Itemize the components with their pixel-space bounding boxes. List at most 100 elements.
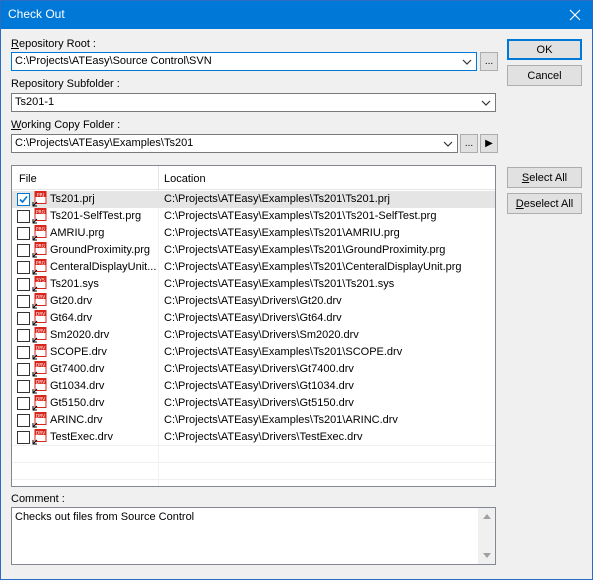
file-location: C:\Projects\ATEasy\Examples\Ts201\SCOPE.…	[164, 346, 403, 358]
file-location: C:\Projects\ATEasy\Drivers\Gt7400.drv	[164, 363, 354, 375]
drv-file-icon: DRV	[32, 378, 48, 394]
svg-text:DRV: DRV	[36, 414, 46, 420]
svg-text:DRV: DRV	[36, 295, 46, 301]
cancel-button[interactable]: Cancel	[507, 65, 582, 86]
table-row[interactable]: PRG GroundProximity.prg C:\Projects\ATEasy…	[12, 242, 495, 259]
table-row[interactable]: PRG AMRIU.prg C:\Projects\ATEasy\Examples\…	[12, 225, 495, 242]
drv-file-icon: DRV	[32, 327, 48, 343]
row-checkbox[interactable]	[17, 244, 30, 257]
row-checkbox[interactable]	[17, 210, 30, 223]
svg-text:DRV: DRV	[36, 346, 46, 352]
file-location: C:\Projects\ATEasy\Examples\Ts201\Center…	[164, 261, 462, 273]
file-name: AMRIU.prg	[50, 227, 105, 239]
sys-file-icon: SYS	[32, 276, 48, 292]
drv-file-icon: DRV	[32, 293, 48, 309]
svg-text:PRG: PRG	[36, 244, 46, 250]
repository-root-combo[interactable]: C:\Projects\ATEasy\Source Control\SVN	[11, 52, 477, 71]
chevron-down-icon[interactable]	[440, 136, 456, 151]
working-copy-folder-combo[interactable]: C:\Projects\ATEasy\Examples\Ts201	[11, 134, 458, 153]
repository-subfolder-combo[interactable]: Ts201-1	[11, 93, 496, 112]
file-location: C:\Projects\ATEasy\Examples\Ts201\Ts201-…	[164, 210, 437, 222]
column-divider	[158, 166, 159, 190]
ok-button[interactable]: OK	[507, 39, 582, 60]
row-checkbox[interactable]	[17, 261, 30, 274]
svg-text:PRG: PRG	[36, 210, 46, 216]
drv-file-icon: DRV	[32, 344, 48, 360]
row-checkbox[interactable]	[17, 380, 30, 393]
file-location: C:\Projects\ATEasy\Drivers\Gt64.drv	[164, 312, 342, 324]
file-list[interactable]: File Location PRJ Ts201.prj C:\Projects\AT…	[11, 165, 496, 487]
svg-text:DRV: DRV	[36, 312, 46, 318]
prj-file-icon: PRJ	[32, 191, 48, 207]
prg-file-icon: PRG	[32, 225, 48, 241]
file-name: Gt1034.drv	[50, 380, 105, 392]
row-checkbox[interactable]	[17, 193, 30, 206]
file-name: ARINC.drv	[50, 414, 103, 426]
row-gridline	[12, 462, 495, 463]
row-gridline	[12, 479, 495, 480]
row-checkbox[interactable]	[17, 414, 30, 427]
file-location: C:\Projects\ATEasy\Drivers\Gt20.drv	[164, 295, 342, 307]
table-row[interactable]: DRV SCOPE.drv C:\Projects\ATEasy\Examples\…	[12, 344, 495, 361]
repository-root-browse-button[interactable]: ...	[480, 52, 498, 71]
comment-label: Comment :	[11, 493, 65, 505]
file-location: C:\Projects\ATEasy\Drivers\Gt1034.drv	[164, 380, 354, 392]
list-header: File Location	[12, 166, 495, 190]
svg-text:SYS: SYS	[36, 278, 45, 284]
repository-root-value: C:\Projects\ATEasy\Source Control\SVN	[15, 55, 212, 67]
close-button[interactable]	[560, 1, 590, 29]
row-checkbox[interactable]	[17, 278, 30, 291]
table-row[interactable]: DRV Gt20.drv C:\Projects\ATEasy\Drivers\Gt…	[12, 293, 495, 310]
working-copy-open-button[interactable]: ▶	[480, 134, 498, 153]
row-checkbox[interactable]	[17, 312, 30, 325]
window-title: Check Out	[8, 7, 65, 21]
chevron-down-icon[interactable]	[459, 54, 475, 69]
check-out-dialog: Check Out Repository Root : C:\Projects\…	[0, 0, 593, 580]
table-row[interactable]: DRV TestExec.drv C:\Projects\ATEasy\Driver…	[12, 429, 495, 446]
file-name: Gt20.drv	[50, 295, 93, 307]
table-row[interactable]: PRJ Ts201.prj C:\Projects\ATEasy\Examples\…	[12, 191, 495, 208]
table-row[interactable]: DRV Gt7400.drv C:\Projects\ATEasy\Drivers\…	[12, 361, 495, 378]
table-row[interactable]: DRV Sm2020.drv C:\Projects\ATEasy\Drivers\…	[12, 327, 495, 344]
row-checkbox[interactable]	[17, 329, 30, 342]
table-row[interactable]: DRV Gt5150.drv C:\Projects\ATEasy\Drivers\…	[12, 395, 495, 412]
repository-subfolder-value: Ts201-1	[15, 96, 55, 108]
deselect-all-button[interactable]: Deselect All	[507, 193, 582, 214]
row-checkbox[interactable]	[17, 397, 30, 410]
select-all-button[interactable]: Select All	[507, 167, 582, 188]
table-row[interactable]: DRV ARINC.drv C:\Projects\ATEasy\Examples\…	[12, 412, 495, 429]
file-name: Gt5150.drv	[50, 397, 105, 409]
scroll-down-icon[interactable]	[478, 547, 495, 564]
drv-file-icon: DRV	[32, 361, 48, 377]
close-icon	[569, 9, 581, 21]
row-checkbox[interactable]	[17, 346, 30, 359]
drv-file-icon: DRV	[32, 412, 48, 428]
row-checkbox[interactable]	[17, 227, 30, 240]
working-copy-browse-button[interactable]: ...	[460, 134, 478, 153]
comment-textarea[interactable]: Checks out files from Source Control	[11, 507, 496, 565]
scroll-up-icon[interactable]	[478, 508, 495, 525]
file-location: C:\Projects\ATEasy\Drivers\Gt5150.drv	[164, 397, 354, 409]
table-row[interactable]: DRV Gt64.drv C:\Projects\ATEasy\Drivers\Gt…	[12, 310, 495, 327]
column-header-file[interactable]: File	[19, 173, 37, 185]
file-location: C:\Projects\ATEasy\Drivers\Sm2020.drv	[164, 329, 359, 341]
row-checkbox[interactable]	[17, 431, 30, 444]
table-row[interactable]: PRG Ts201-SelfTest.prg C:\Projects\ATEasy\…	[12, 208, 495, 225]
repository-subfolder-label: Repository Subfolder :	[11, 78, 120, 90]
file-name: GroundProximity.prg	[50, 244, 151, 256]
file-name: SCOPE.drv	[50, 346, 107, 358]
row-checkbox[interactable]	[17, 295, 30, 308]
prg-file-icon: PRG	[32, 208, 48, 224]
file-location: C:\Projects\ATEasy\Drivers\TestExec.drv	[164, 431, 363, 443]
table-row[interactable]: PRG CenteralDisplayUnit.... C:\Projects\AT…	[12, 259, 495, 276]
svg-text:PRJ: PRJ	[37, 193, 44, 199]
chevron-down-icon[interactable]	[478, 95, 494, 110]
comment-scrollbar[interactable]	[478, 508, 495, 564]
table-row[interactable]: DRV Gt1034.drv C:\Projects\ATEasy\Drivers\…	[12, 378, 495, 395]
svg-text:DRV: DRV	[36, 380, 46, 386]
table-row[interactable]: SYS Ts201.sys C:\Projects\ATEasy\Examples\…	[12, 276, 495, 293]
row-checkbox[interactable]	[17, 363, 30, 376]
file-name: Ts201.sys	[50, 278, 99, 290]
column-header-location[interactable]: Location	[164, 173, 206, 185]
svg-text:PRG: PRG	[36, 227, 46, 233]
